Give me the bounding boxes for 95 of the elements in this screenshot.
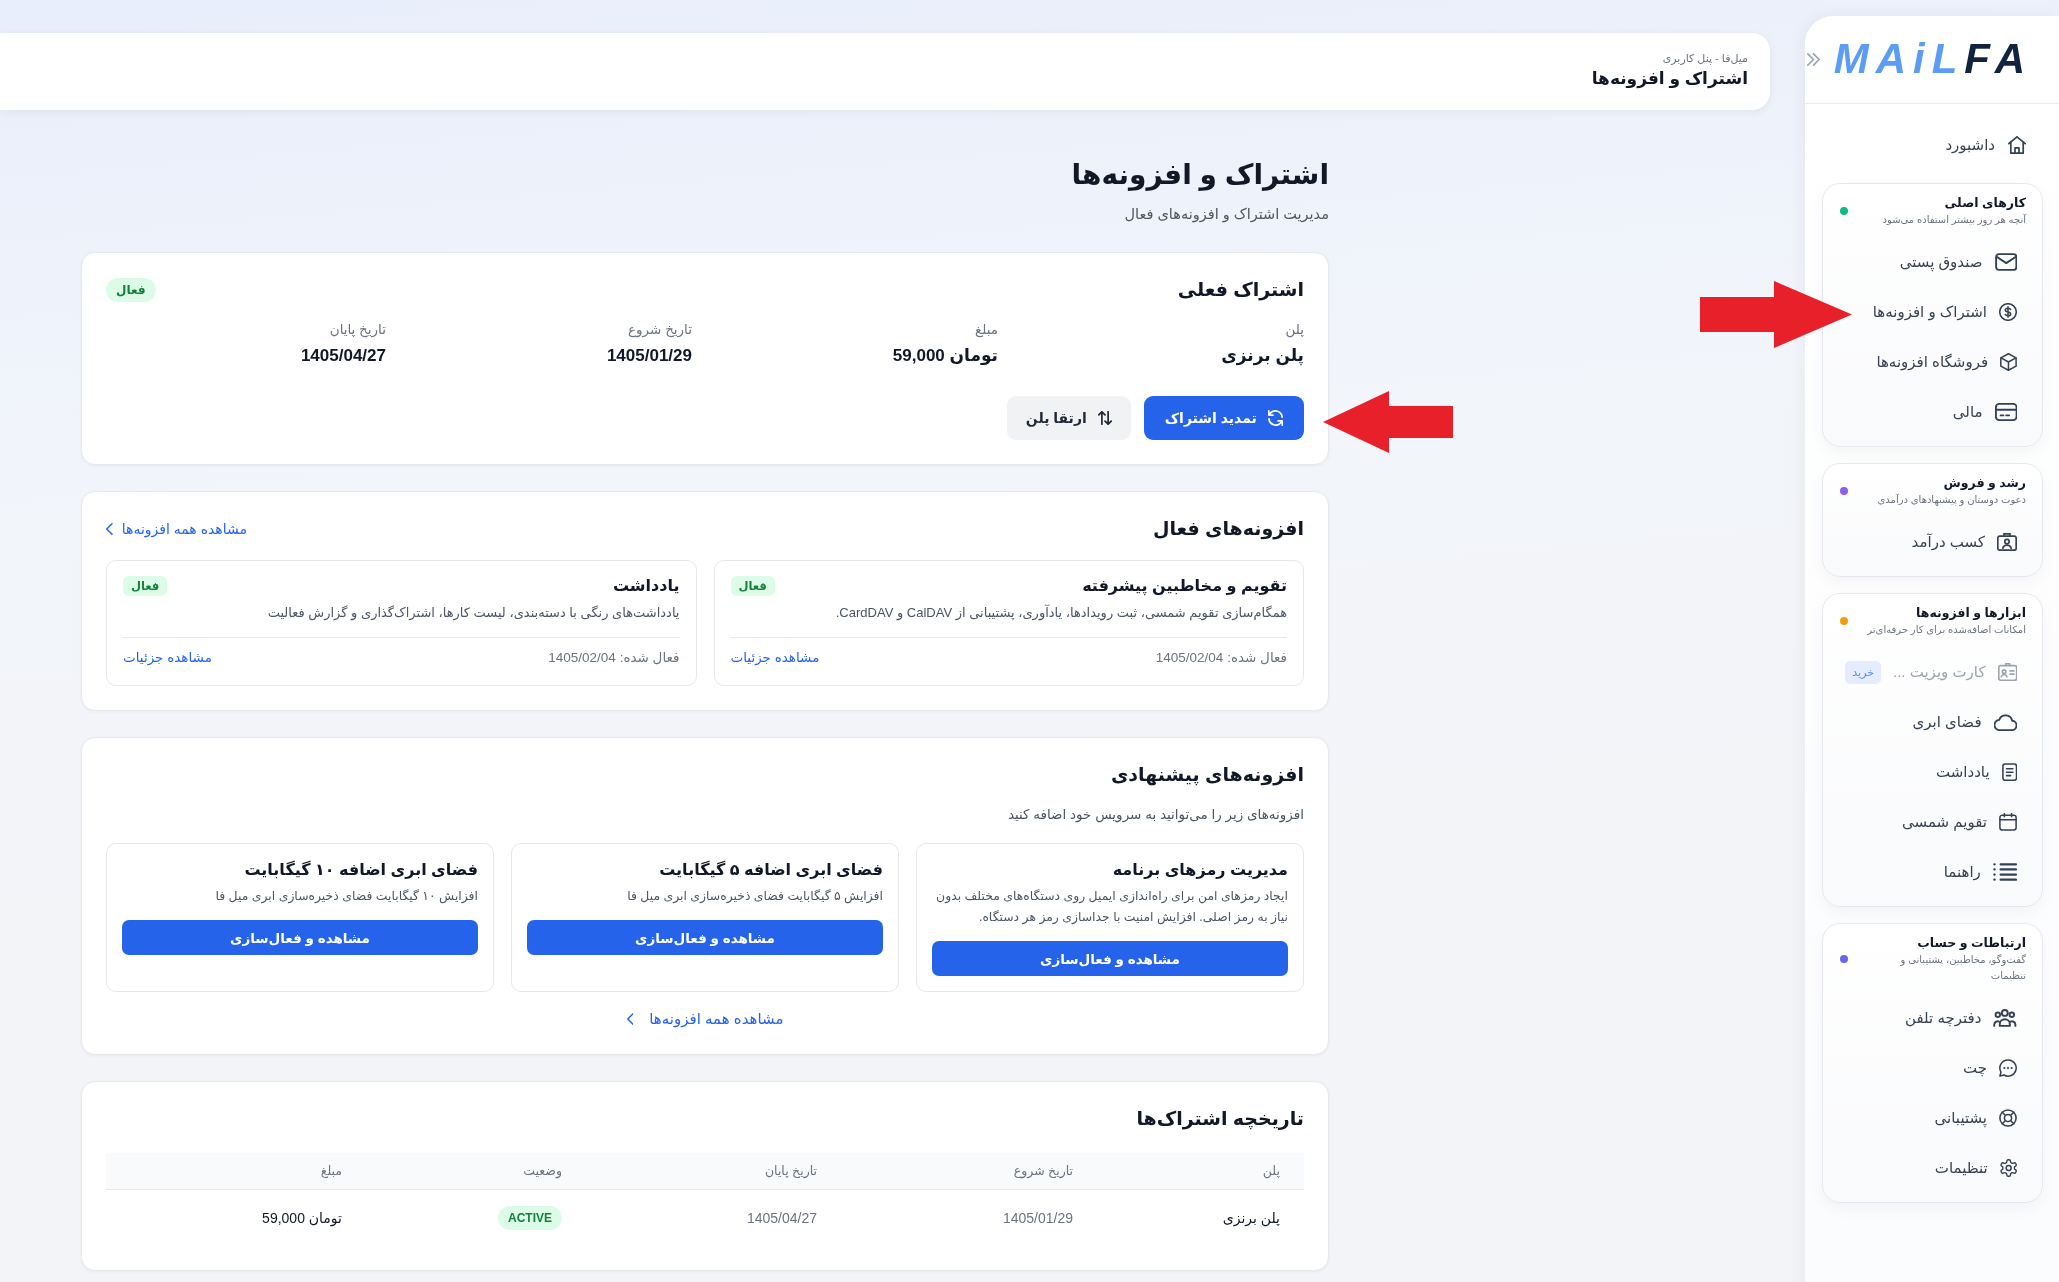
field-label: تاریخ پایان [329,321,386,340]
addon-title: تقویم و مخاطبین پیشرفته [1082,576,1287,598]
primary-button[interactable]: تمدید اشتراک [1143,396,1304,440]
sidebar-item[interactable]: مالی [1948,387,2042,437]
activation-date: فعال شده: 1405/02/04 [548,649,680,667]
group-title: کارهای اصلی [1944,195,2026,212]
logo: MAiL FA [1833,43,2032,75]
sidebar-item[interactable]: اشتراک و افزونه‌ها [1868,287,2042,337]
activation-date: فعال شده: 1405/02/04 [1155,649,1287,667]
double-chevron-icon[interactable] [1807,52,1820,66]
sidebar-item[interactable]: یادداشت [1932,747,2042,797]
table-header-cell-text: تاریخ پایان [764,1163,817,1180]
card-title: اشتراک فعلی [1177,278,1304,303]
table-header-cell-text: پلن [1262,1163,1280,1180]
sidebar-item[interactable]: فضای ابری [1908,697,2042,747]
section-description: افزونه‌های زیر را می‌توانید به سرویس خود اضافه کنید [1007,806,1304,825]
field-value: 1405/01/29 [606,345,692,367]
addon-title: مدیریت رمزهای برنامه [1112,860,1288,881]
sidebar-item[interactable]: صندوق پستی [1895,237,2042,287]
cube-icon [2000,353,2017,371]
addon-title: یادداشت [612,576,680,596]
group-title: رشد و فروش [1943,475,2026,492]
table-cell-text: 1405/01/29 [1002,1209,1073,1228]
chat-bubble-icon [1999,1059,2017,1077]
up-down-arrows-icon [1097,411,1112,425]
addon-title: فضای ابری اضافه ۵ گیگابایت [659,859,883,881]
sidebar-item[interactable]: داشبورد [1941,123,2043,167]
sidebar-item[interactable]: تنظیمات [1930,1143,2042,1193]
addon-description: همگام‌سازی تقویم شمسی، ثبت رویدادها، یادآوری، پشتیبانی از CalDAV و CardDAV. [835,603,1287,623]
users-icon [1993,1009,2017,1027]
group-subtitle: امکانات اضافه‌شده برای کار حرفه‌ای‌تر [1867,623,2026,637]
field-value: پلن برنزی [1221,345,1304,368]
table-header-cell-text: تاریخ شروع [1013,1163,1073,1180]
page-title: اشتراک و افزونه‌ها [1071,158,1329,193]
details-link[interactable]: مشاهده جزئیات [730,648,820,668]
page-subtitle: مدیریت اشتراک و افزونه‌های فعال [1124,205,1329,225]
calendar-icon [1999,813,2017,831]
field-value: 59,000 تومان [892,345,998,367]
section-title: تاریخچه اشتراک‌ها [1136,1107,1304,1132]
group-title: ارتباطات و حساب [1917,935,2026,952]
table-cell-text: پلن برنزی [1222,1209,1280,1228]
status-badge: فعال [123,576,168,596]
group-subtitle: دعوت دوستان و پیشنهادهای درآمدی [1877,493,2026,508]
field-value: 1405/04/27 [300,345,386,367]
activate-button[interactable]: مشاهده و فعال‌سازی [527,920,883,955]
id-card-icon [1997,663,2017,681]
chevron-left-icon [106,523,113,535]
group-subtitle: آنچه هر روز بیشتر استفاده می‌شود [1882,212,2026,228]
activate-button[interactable]: مشاهده و فعال‌سازی [932,941,1288,976]
id-badge-icon [1997,533,2017,551]
sidebar-item[interactable]: پشتیبانی [1930,1093,2042,1143]
document-icon [2001,763,2017,781]
cloud-icon [1993,713,2017,731]
table-cell-text: 59,000 تومان [262,1209,342,1228]
sidebar-item[interactable]: تقویم شمسی [1898,797,2042,847]
table-header-cell-text: وضعیت [523,1163,562,1180]
breadcrumb: میل‌فا - پنل کاربری [1662,51,1748,66]
sidebar-item[interactable]: راهنما [1939,847,2042,897]
table-header-cell-text: مبلغ [320,1163,342,1180]
addon-description: ایجاد رمزهای امن برای راه‌اندازی ایمیل روی دستگاه‌های مختلف بدون نیاز به رمز اصلی. افزایش امنیت با جداسازی رمز هر دستگاه. [935,888,1288,927]
activate-button[interactable]: مشاهده و فعال‌سازی [122,920,478,955]
sidebar-item[interactable]: چت [1959,1043,2042,1093]
list-icon [1992,863,2017,881]
dollar-coin-icon [1999,303,2017,321]
group-subtitle: گفت‌وگو، مخاطبین، پشتیبانی و تنظیمات [1899,953,2026,983]
sidebar-item[interactable]: کسب درآمد [1907,517,2042,567]
lifebuoy-icon [1999,1109,2017,1127]
sidebar-item[interactable]: فروشگاه افزونه‌ها [1872,337,2042,387]
field-label: مبلغ [975,321,998,340]
section-title: افزونه‌های پیشنهادی [1110,763,1304,788]
details-link[interactable]: مشاهده جزئیات [123,648,212,668]
addon-description: افزایش ۵ گیگابایت فضای ذخیره‌سازی ابری میل فا [627,888,883,906]
addon-title: فضای ابری اضافه ۱۰ گیگابایت [244,859,478,881]
secondary-button[interactable]: ارتقا پلن [1006,396,1131,440]
home-icon [2008,136,2026,154]
field-label: تاریخ شروع [628,321,692,340]
status-badge: فعال [106,278,156,302]
card-icon [1994,403,2017,421]
chevron-left-icon [626,1013,634,1025]
status-badge: فعال [730,576,775,596]
section-title: افزونه‌های فعال [1152,517,1304,542]
refresh-icon [1267,410,1283,426]
view-all-link[interactable]: مشاهده همه افزونه‌ها [626,1008,784,1030]
sidebar-item[interactable]: دفترچه تلفن [1901,993,2042,1043]
group-title: ابزارها و افزونه‌ها [1916,605,2026,622]
table-cell-text: 1405/04/27 [746,1209,817,1228]
envelope-icon [1994,253,2017,271]
field-label: پلن [1285,321,1304,340]
header-title: اشتراک و افزونه‌ها [1591,68,1748,91]
status-badge: ACTIVE [498,1206,562,1230]
addon-description: یادداشت‌های رنگی با دسته‌بندی، لیست کارها، اشتراک‌گذاری و گزارش فعالیت [267,604,680,623]
view-all-link[interactable]: مشاهده همه افزونه‌ها [106,519,247,539]
addon-description: افزایش ۱۰ گیگابایت فضای ذخیره‌سازی ابری میل فا [215,888,478,906]
purchase-badge: خرید [1845,660,1882,684]
gear-icon [1999,1159,2017,1177]
